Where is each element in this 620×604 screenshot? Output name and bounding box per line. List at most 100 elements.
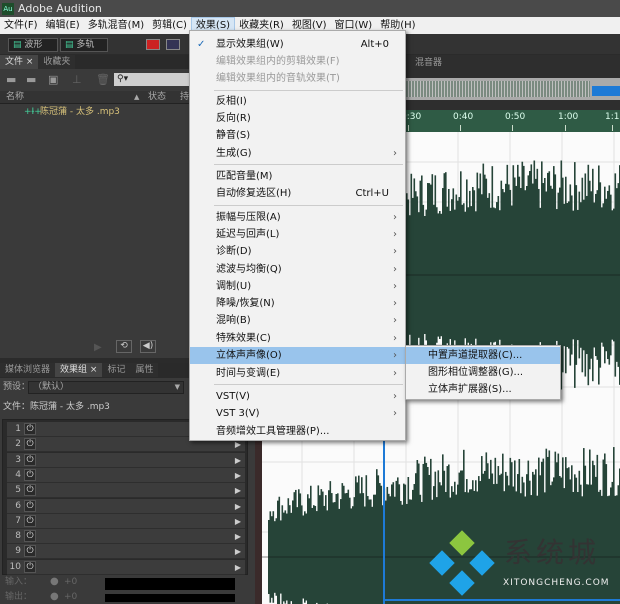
open-file-icon[interactable]: ▬ — [6, 73, 16, 86]
tab-favorites[interactable]: 收藏夹 — [38, 55, 76, 69]
power-icon[interactable]: ⏻ — [24, 545, 36, 558]
search-input[interactable]: ⚲▾ — [114, 73, 194, 86]
multitrack-label: 多轨 — [76, 40, 95, 50]
menu-item[interactable]: VST 3(V) › — [190, 405, 405, 422]
power-icon[interactable]: ⏻ — [24, 438, 36, 451]
time-tick-label: 0:50 — [505, 112, 526, 122]
chevron-right-icon: › — [393, 281, 397, 292]
tab-markers[interactable]: 标记 — [102, 363, 131, 377]
menu-item[interactable]: 混响(B) › — [190, 312, 405, 329]
slot-menu-arrow-icon[interactable]: ▶ — [235, 499, 241, 514]
menu-item[interactable]: 自动修复选区(H) Ctrl+U — [190, 185, 405, 202]
column-name[interactable]: 名称 — [6, 91, 24, 104]
slot-menu-arrow-icon[interactable]: ▶ — [235, 514, 241, 529]
menu-item-label: 调制(U) — [216, 281, 252, 292]
save-icon[interactable]: ▣ — [48, 73, 58, 86]
effect-slot[interactable]: 10 ⏻ ▶ — [7, 559, 245, 575]
menu-item[interactable]: 匹配音量(M) — [190, 168, 405, 185]
menu-item[interactable]: 反向(R) — [190, 110, 405, 127]
slot-number: 4 — [15, 469, 21, 480]
spectral-view-icon[interactable] — [146, 39, 160, 50]
menu-item[interactable]: 音频增效工具管理器(P)... — [190, 423, 405, 440]
slot-menu-arrow-icon[interactable]: ▶ — [235, 468, 241, 483]
chevron-right-icon: › — [393, 368, 397, 379]
playhead[interactable] — [383, 440, 385, 604]
submenu-item[interactable]: 中置声道提取器(C)... — [406, 347, 560, 364]
delete-icon[interactable]: 🗑 — [96, 73, 110, 86]
menu-item[interactable]: 反相(I) — [190, 93, 405, 110]
tab-properties[interactable]: 属性 — [130, 363, 159, 377]
overview-viewport[interactable] — [592, 86, 620, 96]
menu-item[interactable]: VST(V) › — [190, 388, 405, 405]
power-icon[interactable]: ⏻ — [24, 468, 36, 481]
power-icon[interactable]: ⏻ — [24, 560, 36, 573]
menu-item[interactable]: 降噪/恢复(N) › — [190, 295, 405, 312]
effect-slot[interactable]: 8 ⏻ ▶ — [7, 529, 245, 545]
menu-item[interactable]: 立体声声像(O) › — [190, 347, 405, 364]
multitrack-view-button[interactable]: ▤ 多轨 — [60, 38, 108, 52]
tab-mixer[interactable]: 混音器 — [410, 56, 448, 70]
menu-shortcut: Alt+0 — [360, 39, 389, 50]
file-item[interactable]: 陈冠蒲 - 太多 .mp3 — [40, 104, 120, 120]
menu-item[interactable]: 诊断(D) › — [190, 243, 405, 260]
menu-edit[interactable]: 编辑(E) — [42, 17, 84, 34]
pitch-view-icon[interactable] — [166, 39, 180, 50]
insert-icon[interactable]: ⊥ — [72, 73, 82, 86]
autoplay-icon[interactable]: ◀) — [140, 340, 156, 353]
menu-item[interactable]: 静音(S) — [190, 127, 405, 144]
menu-item[interactable]: 编辑效果组内的剪辑效果(F) — [190, 53, 405, 70]
submenu-item[interactable]: 立体声扩展器(S)... — [406, 381, 560, 398]
tab-files[interactable]: 文件 × — [0, 55, 39, 69]
selection-edge[interactable] — [383, 599, 620, 601]
tab-media-browser[interactable]: 媒体浏览器 — [0, 363, 56, 377]
power-icon[interactable]: ⏻ — [24, 453, 36, 466]
effect-slot[interactable]: 9 ⏻ ▶ — [7, 544, 245, 560]
sort-asc-icon[interactable]: ▲ — [134, 91, 139, 104]
effect-slot[interactable]: 6 ⏻ ▶ — [7, 498, 245, 514]
menu-item[interactable]: 生成(G) › — [190, 145, 405, 162]
slot-menu-arrow-icon[interactable]: ▶ — [235, 483, 241, 498]
effect-slot[interactable]: 7 ⏻ ▶ — [7, 513, 245, 529]
menu-item[interactable]: 调制(U) › — [190, 278, 405, 295]
effect-slot[interactable]: 3 ⏻ ▶ — [7, 452, 245, 468]
menu-item[interactable]: 延迟与回声(L) › — [190, 226, 405, 243]
chevron-right-icon: › — [393, 298, 397, 309]
column-extra[interactable]: 持 — [180, 91, 189, 104]
tab-effects-rack[interactable]: 效果组 × — [55, 363, 103, 377]
overview-bar[interactable] — [406, 78, 620, 100]
slot-menu-arrow-icon[interactable]: ▶ — [235, 544, 241, 559]
menu-clip[interactable]: 剪辑(C) — [148, 17, 191, 34]
menu-file[interactable]: 文件(F) — [0, 17, 42, 34]
input-value: +0 — [64, 577, 78, 587]
menu-item-label: 特殊效果(C) — [216, 333, 271, 344]
waveform-view-button[interactable]: ▤ 波形 — [8, 38, 58, 52]
output-knob[interactable]: ● — [50, 591, 59, 603]
menu-item[interactable]: 振幅与压限(A) › — [190, 209, 405, 226]
menu-item[interactable]: 编辑效果组内的音轨效果(T) — [190, 70, 405, 87]
watermark-cn: 系统城 — [504, 536, 601, 569]
effect-slot[interactable]: 4 ⏻ ▶ — [7, 467, 245, 483]
slot-menu-arrow-icon[interactable]: ▶ — [235, 453, 241, 468]
power-icon[interactable]: ⏻ — [24, 514, 36, 527]
menu-item[interactable]: 滤波与均衡(Q) › — [190, 261, 405, 278]
effect-slot[interactable]: 5 ⏻ ▶ — [7, 483, 245, 499]
power-icon[interactable]: ⏻ — [24, 499, 36, 512]
menu-item[interactable]: ✓ 显示效果组(W) Alt+0 — [190, 36, 405, 53]
preset-select[interactable]: （默认） ▼ — [28, 381, 184, 394]
menu-multitrack[interactable]: 多轨混音(M) — [84, 17, 148, 34]
input-knob[interactable]: ● — [50, 576, 59, 588]
loop-icon[interactable]: ⟲ — [116, 340, 132, 353]
menu-shortcut: Ctrl+U — [355, 188, 390, 199]
slot-menu-arrow-icon[interactable]: ▶ — [235, 560, 241, 575]
power-icon[interactable]: ⏻ — [24, 530, 36, 543]
play-icon[interactable]: ▶ — [94, 342, 102, 354]
submenu-item[interactable]: 图形相位调整器(G)... — [406, 364, 560, 381]
preset-value: （默认） — [33, 382, 70, 392]
power-icon[interactable]: ⏻ — [24, 423, 36, 435]
power-icon[interactable]: ⏻ — [24, 484, 36, 497]
menu-item[interactable]: 特殊效果(C) › — [190, 330, 405, 347]
column-status[interactable]: 状态 — [148, 91, 166, 104]
import-icon[interactable]: ▬ — [26, 73, 36, 86]
menu-item[interactable]: 时间与变调(E) › — [190, 365, 405, 382]
slot-menu-arrow-icon[interactable]: ▶ — [235, 529, 241, 544]
